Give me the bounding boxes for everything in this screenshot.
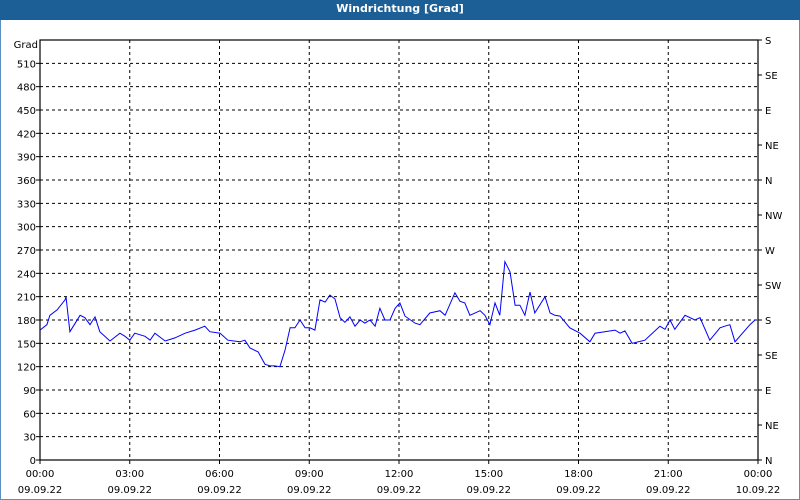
x-tick-date: 09.09.22 <box>18 485 63 496</box>
y-tick-label: 480 <box>17 83 36 94</box>
y-tick-label: 60 <box>23 409 36 420</box>
right-tick-label: SW <box>765 281 781 292</box>
x-tick-time: 00:00 <box>26 469 55 480</box>
y-tick-label: 120 <box>17 363 36 374</box>
y-tick-label: 390 <box>17 153 36 164</box>
x-tick-date: 10.09.22 <box>736 485 781 496</box>
y-tick-label: 360 <box>17 176 36 187</box>
y-tick-label: 30 <box>23 433 36 444</box>
right-tick-label: SE <box>765 351 778 362</box>
x-tick-time: 09:00 <box>295 469 324 480</box>
y-tick-label: 180 <box>17 316 36 327</box>
y-tick-label: 210 <box>17 293 36 304</box>
x-tick-date: 09.09.22 <box>377 485 422 496</box>
x-tick-date: 09.09.22 <box>287 485 332 496</box>
y-tick-label: 0 <box>30 456 36 467</box>
y-tick-label: 510 <box>17 59 36 70</box>
y-tick-label: 420 <box>17 129 36 140</box>
right-tick-label: N <box>765 456 772 467</box>
right-tick-label: E <box>765 106 771 117</box>
x-tick-date: 09.09.22 <box>466 485 511 496</box>
right-tick-label: N <box>765 176 772 187</box>
series-line-windrichtung <box>39 259 756 368</box>
x-tick-time: 21:00 <box>654 469 683 480</box>
wind-direction-chart: 0 30 60 90 120 150 180 210 240 270 300 330 360 390 420… <box>14 36 783 496</box>
y-tick-label: 300 <box>17 223 36 234</box>
x-tick-time: 15:00 <box>474 469 503 480</box>
y-axis-label: Grad <box>14 40 38 51</box>
right-tick-label: W <box>765 246 775 257</box>
x-tick-date: 09.09.22 <box>107 485 152 496</box>
right-tick-label: NE <box>765 421 779 432</box>
x-tick-time: 12:00 <box>385 469 414 480</box>
right-tick-label: SE <box>765 71 778 82</box>
x-tick-date: 09.09.22 <box>646 485 691 496</box>
y-tick-label: 330 <box>17 199 36 210</box>
right-tick-label: NW <box>765 211 782 222</box>
y-tick-label: 150 <box>17 339 36 350</box>
right-tick-label: E <box>765 386 771 397</box>
right-tick-label: S <box>765 36 771 47</box>
right-tick-label: S <box>765 316 771 327</box>
x-tick-time: 03:00 <box>115 469 144 480</box>
y-tick-label: 90 <box>23 386 36 397</box>
x-tick-date: 09.09.22 <box>556 485 601 496</box>
x-tick-time: 00:00 <box>744 469 773 480</box>
y-tick-label: 270 <box>17 246 36 257</box>
x-tick-time: 06:00 <box>205 469 234 480</box>
right-tick-label: NE <box>765 141 779 152</box>
x-tick-time: 18:00 <box>564 469 593 480</box>
x-tick-date: 09.09.22 <box>197 485 242 496</box>
y-tick-label: 450 <box>17 106 36 117</box>
y-tick-label: 240 <box>17 269 36 280</box>
